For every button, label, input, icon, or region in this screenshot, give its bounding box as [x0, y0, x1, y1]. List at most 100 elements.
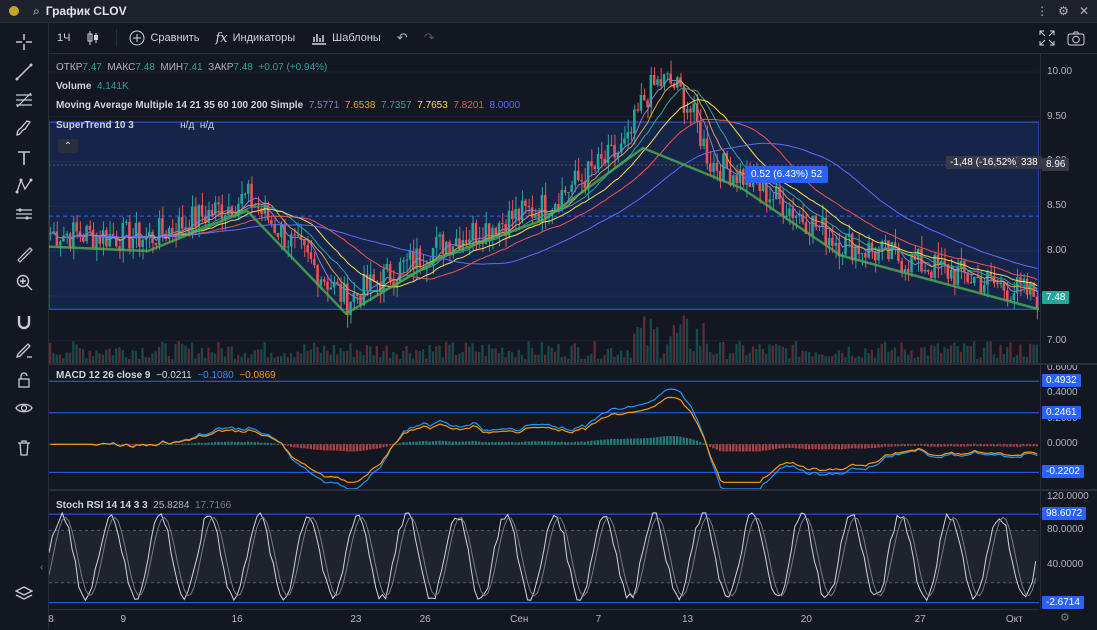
candle-body: [573, 170, 577, 185]
time-axis[interactable]: 8 9 16 23 26 Сен 7 13 20 27 Окт: [48, 609, 1039, 630]
candle-body: [705, 138, 709, 164]
macd-histogram-bar: [1009, 444, 1012, 447]
time-axis-label: 27: [914, 614, 926, 625]
candle-body: [514, 208, 517, 220]
volume-bar: [151, 353, 154, 363]
volume-bar: [679, 324, 682, 363]
candle-body: [735, 175, 738, 184]
candle-body: [949, 269, 953, 279]
collapse-legend-button[interactable]: ⌃: [58, 139, 78, 153]
macd-histogram-bar: [504, 441, 507, 445]
fullscreen-icon[interactable]: [1039, 30, 1055, 46]
volume-bar: [382, 350, 385, 363]
interval-selector[interactable]: 1Ч: [57, 32, 70, 44]
macd-histogram-bar: [540, 441, 543, 445]
compare-button[interactable]: Сравнить: [129, 30, 199, 46]
volume-bar: [98, 353, 101, 363]
macd-histogram-bar: [920, 444, 923, 446]
stoch-legend[interactable]: Stoch RSI 14 14 3 3 25.8284 17.7166: [56, 500, 231, 511]
templates-button[interactable]: Шаблоны: [311, 31, 381, 45]
close-icon[interactable]: ✕: [1079, 4, 1089, 18]
macd-histogram-bar: [448, 441, 451, 445]
candle-style-icon[interactable]: [86, 30, 100, 46]
volume-bar: [207, 347, 210, 363]
supertrend-legend[interactable]: SuperTrend 10 3 н/д н/д: [56, 120, 214, 131]
settings-icon[interactable]: ⚙: [1058, 4, 1069, 18]
crosshair-icon[interactable]: [12, 31, 36, 53]
draw-mode-icon[interactable]: [12, 339, 36, 361]
candle-body: [309, 252, 313, 260]
macd-histogram-bar: [966, 444, 969, 447]
candle-body: [590, 161, 593, 167]
scroll-left-icon[interactable]: ‹: [40, 562, 43, 573]
volume-bar: [359, 351, 362, 363]
chart-canvas[interactable]: [49, 54, 1039, 609]
trash-icon[interactable]: [12, 437, 36, 459]
candle-body: [580, 180, 583, 182]
candle-body: [306, 245, 309, 253]
layers-icon[interactable]: [12, 583, 36, 605]
macd-histogram-bar: [646, 438, 649, 445]
macd-histogram-bar: [841, 444, 844, 450]
candle-body: [540, 194, 544, 222]
pattern-tool-icon[interactable]: [12, 175, 36, 197]
axis-settings-icon[interactable]: ⚙: [1060, 611, 1070, 624]
stoch-axis-label: 40.0000: [1047, 559, 1084, 571]
price-axis[interactable]: 10.009.509.008.508.007.507.007.488.960.6…: [1040, 54, 1097, 609]
candle-body: [567, 192, 570, 194]
lock-icon[interactable]: [12, 369, 36, 391]
volume-bar: [154, 351, 157, 363]
text-tool-icon[interactable]: [12, 147, 36, 169]
ruler-icon[interactable]: [12, 243, 36, 265]
macd-legend[interactable]: MACD 12 26 close 9 −0.0211 −0.1080 −0.08…: [56, 370, 276, 381]
volume-bar: [319, 352, 322, 363]
pane-divider-macd[interactable]: [49, 363, 1097, 365]
macd-histogram-bar: [1022, 444, 1025, 447]
volume-bar: [781, 346, 784, 363]
trend-line-icon[interactable]: [12, 61, 36, 83]
macd-level-tag: -0.2202: [1042, 465, 1084, 479]
candle-body: [600, 153, 603, 159]
camera-icon[interactable]: [1067, 30, 1085, 46]
volume-bar: [933, 346, 936, 363]
macd-axis-label: 0.4000: [1047, 387, 1078, 399]
volume-bar: [65, 352, 68, 363]
macd-axis-label: 0.0000: [1047, 438, 1078, 450]
volume-bar: [177, 341, 180, 363]
volume-bar: [959, 351, 963, 363]
ma-legend[interactable]: Moving Average Multiple 14 21 35 60 100 …: [56, 100, 520, 111]
volume-bar: [326, 350, 329, 363]
search-icon[interactable]: ⌕: [33, 4, 40, 19]
macd-histogram-bar: [171, 443, 174, 445]
undo-icon[interactable]: ↶: [397, 30, 408, 46]
macd-histogram-bar: [273, 443, 276, 445]
volume-bar: [722, 341, 725, 363]
more-menu-icon[interactable]: ⋮: [1036, 4, 1048, 18]
macd-histogram-bar: [969, 444, 972, 447]
macd-histogram-bar: [461, 441, 464, 445]
volume-bar: [296, 351, 299, 363]
candle-body: [824, 217, 827, 246]
fib-tool-icon[interactable]: [12, 89, 36, 111]
indicators-button[interactable]: fx Индикаторы: [215, 31, 295, 46]
volume-bar: [900, 342, 903, 363]
pane-divider-stoch[interactable]: [49, 489, 1097, 491]
macd-histogram-bar: [445, 441, 448, 445]
candle-body: [319, 279, 323, 286]
volume-bar: [534, 354, 537, 363]
zoom-icon[interactable]: [12, 271, 36, 293]
candle-body: [930, 271, 933, 278]
drawing-toolbar: [0, 23, 49, 629]
macd-level-tag: 0.4932: [1042, 374, 1081, 388]
brush-icon[interactable]: [12, 117, 36, 139]
volume-bar: [831, 355, 834, 363]
volume-legend[interactable]: Volume 4.141K: [56, 81, 129, 92]
volume-bar: [870, 349, 873, 363]
candle-body: [524, 200, 527, 207]
macd-histogram-bar: [174, 443, 177, 445]
volume-bar: [520, 354, 524, 363]
redo-icon[interactable]: ↷: [424, 30, 435, 46]
visibility-icon[interactable]: [12, 397, 36, 419]
magnet-icon[interactable]: [12, 311, 36, 333]
forecast-tool-icon[interactable]: [12, 203, 36, 225]
